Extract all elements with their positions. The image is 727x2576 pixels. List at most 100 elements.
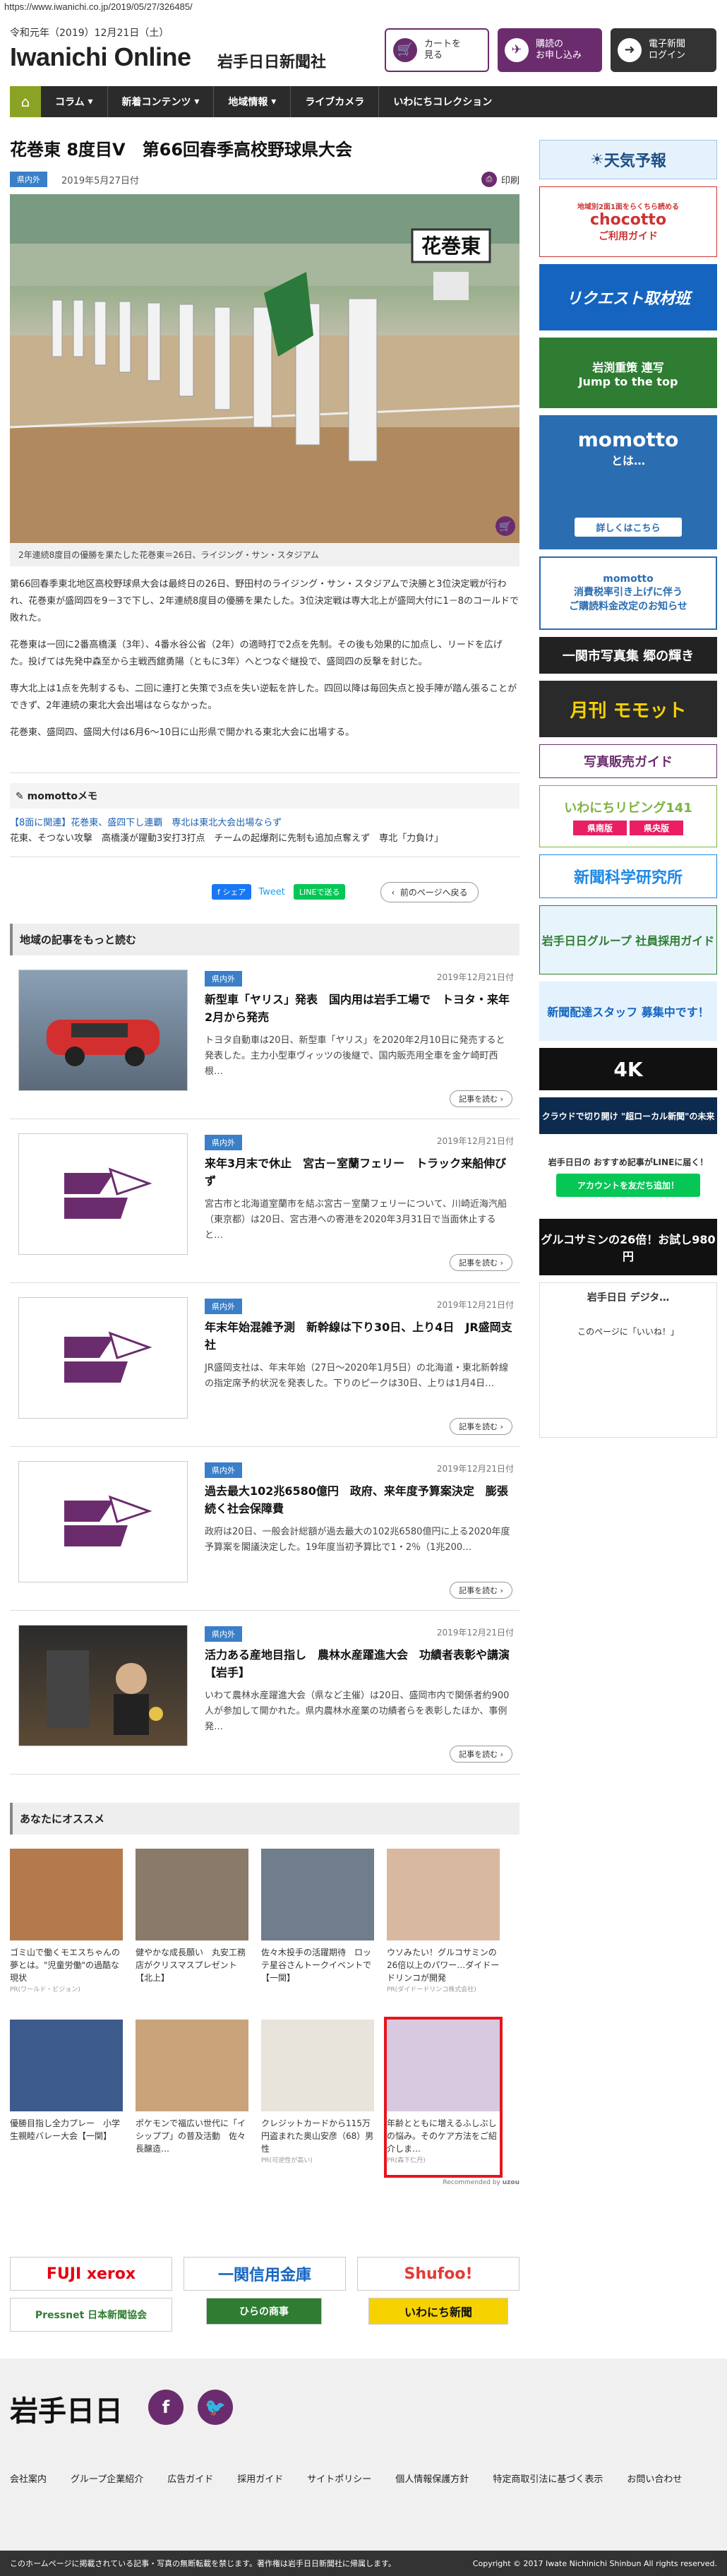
footer-link[interactable]: 個人情報保護方針: [395, 2471, 469, 2485]
news-item[interactable]: 県内外 2019年12月21日付 活力ある産地目指し 農林水産躍進大会 功績者表彰や…: [10, 1611, 519, 1775]
recommend-thumbnail[interactable]: [387, 1849, 500, 1940]
recommend-item[interactable]: ポケモンで福広い世代に「イシッププ」の普及活動 佐々長醸造…: [136, 2020, 248, 2175]
recommend-title[interactable]: ポケモンで福広い世代に「イシッププ」の普及活動 佐々長醸造…: [136, 2117, 248, 2155]
weather-banner[interactable]: ☀ 天気予報: [539, 140, 717, 179]
furusato-banner[interactable]: 一関市写真集 郷の輝き: [539, 637, 717, 674]
recommend-title[interactable]: 佐々木投手の活躍期待 ロッテ星谷さんトークイベントで【一関】: [261, 1946, 374, 1984]
cloud-banner[interactable]: クラウドで切り開け "超ローカル新聞"の未来: [539, 1097, 717, 1134]
recommend-item[interactable]: クレジットカードから115万円盗まれた奥山安彦（68）男性 PR(可逆性が高い): [261, 2020, 374, 2175]
nav-item-region[interactable]: 地域情報 ▾: [214, 86, 292, 117]
line-banner[interactable]: 岩手日日の おすすめ記事がLINEに届く！ アカウントを友だち追加！: [539, 1141, 717, 1212]
partner-shufoo[interactable]: Shufoo!: [357, 2257, 519, 2291]
nav-item-new[interactable]: 新着コンテンツ ▾: [108, 86, 215, 117]
news-title[interactable]: 活力ある産地目指し 農林水産躍進大会 功績者表彰や講演【岩手】: [205, 1646, 512, 1681]
recommend-title[interactable]: 年齢とともに増えるふしぶしの悩み。そのケア方法をご紹介しま…: [387, 2117, 500, 2155]
recommend-thumbnail[interactable]: [136, 2020, 248, 2111]
partner-ichinoseki-bank[interactable]: 一関信用金庫: [184, 2257, 346, 2291]
read-more-button[interactable]: 記事を読む ›: [450, 1090, 512, 1107]
news-title[interactable]: 新型車「ヤリス」発表 国内用は岩手工場で トヨタ・来年2月から発売: [205, 991, 512, 1026]
recommend-item[interactable]: 佐々木投手の活躍期待 ロッテ星谷さんトークイベントで【一関】: [261, 1849, 374, 2004]
partner-fujixerox[interactable]: FUJI xerox: [10, 2257, 172, 2291]
news-tag[interactable]: 県内外: [205, 971, 242, 986]
news-title[interactable]: 来年3月末で休止 宮古－室蘭フェリー トラック来船伸びず: [205, 1155, 512, 1190]
tv4k-banner[interactable]: 4K: [539, 1048, 717, 1090]
news-thumbnail[interactable]: [18, 1625, 188, 1746]
ad-banner[interactable]: グルコサミンの26倍！お試し980円: [539, 1219, 717, 1275]
recommend-item[interactable]: ゴミ山で働くモエスちゃんの夢とは。"児童労働"の過酷な現状 PR(ワールド・ビジョ…: [10, 1849, 123, 2004]
recommend-item[interactable]: 優勝目指し全力プレー 小学生親睦バレー大会【一関】: [10, 2020, 123, 2175]
news-tag[interactable]: 県内外: [205, 1135, 242, 1150]
print-button[interactable]: ⎙ 印刷: [481, 172, 519, 187]
facebook-icon[interactable]: f: [148, 2390, 184, 2425]
recommend-title[interactable]: 優勝目指し全力プレー 小学生親睦バレー大会【一関】: [10, 2117, 123, 2142]
recommend-item[interactable]: 年齢とともに増えるふしぶしの悩み。そのケア方法をご紹介しま… PR(森下仁丹): [384, 2017, 503, 2178]
footer-link[interactable]: 採用ガイド: [237, 2471, 283, 2485]
recruit-banner[interactable]: 岩手日日グループ 社員採用ガイド: [539, 905, 717, 974]
home-icon[interactable]: ⌂: [10, 86, 41, 117]
recommend-title[interactable]: クレジットカードから115万円盗まれた奥山安彦（68）男性: [261, 2117, 374, 2155]
recommend-thumbnail[interactable]: [136, 1849, 248, 1940]
twitter-icon[interactable]: 🐦: [198, 2390, 233, 2425]
footer-link[interactable]: サイトポリシー: [307, 2471, 371, 2485]
research-banner[interactable]: 新聞科学研究所: [539, 854, 717, 898]
footer-link[interactable]: 特定商取引法に基づく表示: [493, 2471, 603, 2485]
login-button[interactable]: ➜ 電子新聞 ログイン: [611, 28, 716, 72]
news-tag[interactable]: 県内外: [205, 1299, 242, 1314]
news-title[interactable]: 年末年始混雑予測 新幹線は下り30日、上り4日 JR盛岡支社: [205, 1318, 512, 1354]
recommend-title[interactable]: 健やかな成長願い 丸安工務店がクリスマスプレゼント【北上】: [136, 1946, 248, 1984]
nav-item-column[interactable]: コラム ▾: [41, 86, 108, 117]
news-item[interactable]: 県内外 2019年12月21日付 新型車「ヤリス」発表 国内用は岩手工場で トヨタ・…: [10, 955, 519, 1119]
news-tag[interactable]: 県内外: [205, 1626, 242, 1642]
footer-logo[interactable]: 岩手日日: [10, 2388, 123, 2429]
chocotto-banner[interactable]: 地域別2面1面をらくちら読める chocotto ご利用ガイド: [539, 186, 717, 257]
monthly-banner[interactable]: 月刊 モモット: [539, 681, 717, 737]
back-button[interactable]: ‹ 前のページへ戻る: [380, 881, 479, 902]
fb-like-button[interactable]: このページに「いいね！」: [577, 1325, 679, 1337]
read-more-button[interactable]: 記事を読む ›: [450, 1746, 512, 1763]
read-more-button[interactable]: 記事を読む ›: [450, 1582, 512, 1599]
recommend-thumbnail[interactable]: [387, 2020, 500, 2111]
partner-hirano[interactable]: ひらの商事: [206, 2298, 322, 2325]
news-item[interactable]: 県内外 2019年12月21日付 来年3月末で休止 宮古－室蘭フェリー トラック来船…: [10, 1119, 519, 1283]
living-banner[interactable]: いわにちリビング141 県南版 県央版: [539, 785, 717, 847]
footer-link[interactable]: お問い合わせ: [627, 2471, 682, 2485]
footer-link[interactable]: グループ企業紹介: [71, 2471, 143, 2485]
news-title[interactable]: 過去最大102兆6580億円 政府、来年度予算案決定 膨張続く社会保障費: [205, 1482, 512, 1517]
memo-link[interactable]: 【8面に関連】花巻東、盛四下し連覇 専北は東北大会出場ならず: [10, 816, 519, 831]
cart-button[interactable]: 🛒 カートを 見る: [385, 28, 489, 72]
news-thumbnail[interactable]: [18, 970, 188, 1091]
recommend-item[interactable]: 健やかな成長願い 丸安工務店がクリスマスプレゼント【北上】: [136, 1849, 248, 2004]
news-thumbnail[interactable]: [18, 1461, 188, 1582]
momotto-banner[interactable]: momotto とは… 詳しくはこちら: [539, 415, 717, 549]
news-thumbnail[interactable]: [18, 1297, 188, 1419]
recommend-title[interactable]: ゴミ山で働くモエスちゃんの夢とは。"児童労働"の過酷な現状: [10, 1946, 123, 1984]
news-tag[interactable]: 県内外: [205, 1462, 242, 1478]
recommend-title[interactable]: ウソみたい！グルコサミンの26倍以上のパワー…ダイドードリンコが開発: [387, 1946, 500, 1984]
nav-item-collection[interactable]: いわにちコレクション: [379, 86, 506, 117]
recommend-thumbnail[interactable]: [261, 2020, 374, 2111]
category-badge[interactable]: 県内外: [10, 172, 47, 187]
subscribe-button[interactable]: ✈ 購読の お申し込み: [498, 28, 602, 72]
recommend-item[interactable]: ウソみたい！グルコサミンの26倍以上のパワー…ダイドードリンコが開発 PR(ダイド…: [387, 1849, 500, 2004]
momotto-notice-banner[interactable]: momotto 消費税率引き上げに伴う ご購読料金改定のお知らせ: [539, 556, 717, 630]
facebook-share-button[interactable]: f シェア: [212, 884, 252, 900]
request-banner[interactable]: リクエスト取材班: [539, 264, 717, 330]
news-thumbnail[interactable]: [18, 1133, 188, 1255]
read-more-button[interactable]: 記事を読む ›: [450, 1254, 512, 1271]
nav-item-livecam[interactable]: ライブカメラ: [291, 86, 380, 117]
footer-link[interactable]: 広告ガイド: [167, 2471, 213, 2485]
tweet-button[interactable]: Tweet: [258, 887, 285, 898]
footer-link[interactable]: 会社案内: [10, 2471, 47, 2485]
site-logo[interactable]: Iwanichi Online: [10, 42, 191, 72]
photo-guide-banner[interactable]: 写真販売ガイド: [539, 744, 717, 778]
partner-pressnet[interactable]: Pressnet 日本新聞協会: [10, 2298, 172, 2332]
recommend-thumbnail[interactable]: [10, 2020, 123, 2111]
recommend-thumbnail[interactable]: [10, 1849, 123, 1940]
staff-banner[interactable]: 新聞配達スタッフ 募集中です！: [539, 982, 717, 1041]
partner-iwanichi[interactable]: いわにち新聞: [368, 2298, 508, 2325]
recommend-thumbnail[interactable]: [261, 1849, 374, 1940]
news-item[interactable]: 県内外 2019年12月21日付 過去最大102兆6580億円 政府、来年度予算案決…: [10, 1447, 519, 1611]
line-share-button[interactable]: LINEで送る: [293, 884, 346, 900]
news-item[interactable]: 県内外 2019年12月21日付 年末年始混雑予測 新幹線は下り30日、上り4日 J…: [10, 1283, 519, 1447]
iwasaki-banner[interactable]: 岩渕重策 連写 Jump to the top: [539, 338, 717, 408]
